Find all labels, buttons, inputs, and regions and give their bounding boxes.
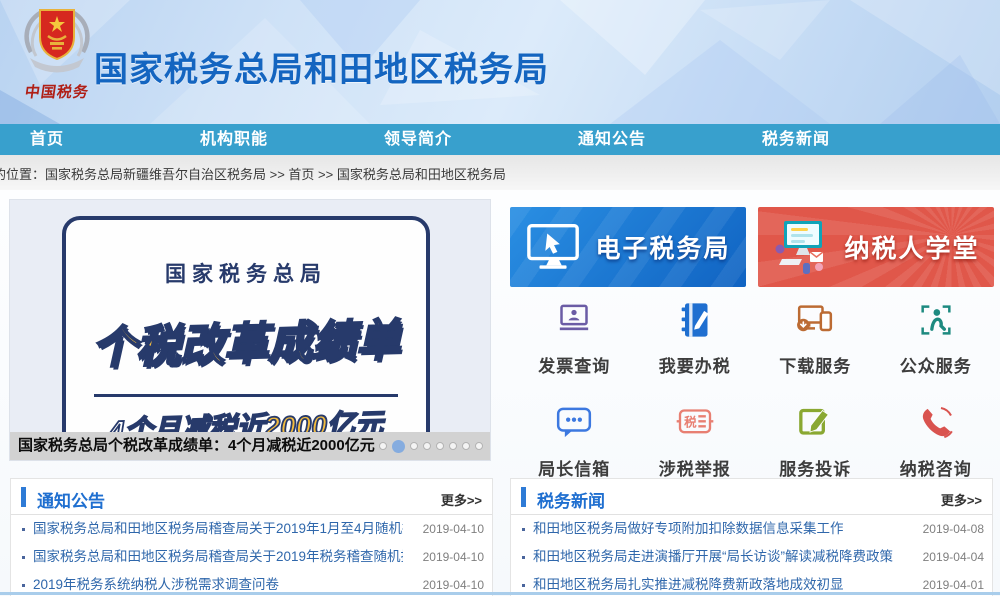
carousel-caption-bar: 国家税务总局个税改革成绩单：4个月减税近2000亿元 — [10, 432, 490, 460]
carousel-dot-active[interactable] — [392, 440, 405, 453]
mailbox-chat-icon — [554, 403, 594, 448]
poster-sub-suffix: 亿元 — [327, 408, 384, 432]
quick-service-label: 涉税举报 — [659, 455, 731, 480]
panel-header: 通知公告 更多>> — [11, 479, 492, 515]
quick-service-public-person[interactable]: 公众服务 — [876, 300, 997, 377]
quick-service-label: 下载服务 — [779, 352, 851, 377]
poster-sub-prefix: 4个月减税近 — [109, 412, 265, 432]
news-date: 2019-04-04 — [923, 543, 984, 571]
quick-services-grid: 发票查询 我要办税 下载服务 公众服务 局长信箱 税 涉税举报 — [514, 300, 996, 480]
more-link[interactable]: 更多>> — [941, 490, 982, 509]
news-date: 2019-04-08 — [923, 515, 984, 543]
etax-monitor-icon — [525, 222, 583, 272]
news-link[interactable]: 和田地区税务局走进演播厅开展“局长访谈”解读减税降费政策 — [533, 543, 893, 571]
complaint-pencil-icon — [795, 403, 835, 448]
panel-accent-bar — [21, 487, 26, 507]
list-item: 国家税务总局和田地区税务局稽查局关于2019年税务稽查随机抽查工作... 201… — [11, 543, 492, 571]
invoice-monitor-icon — [554, 300, 594, 345]
taxpayer-school-banner[interactable]: 纳税人学堂 — [758, 207, 994, 287]
quick-service-label: 局长信箱 — [538, 455, 610, 480]
quick-service-label: 我要办税 — [659, 352, 731, 377]
more-link[interactable]: 更多>> — [441, 490, 482, 509]
quick-service-mailbox-chat[interactable]: 局长信箱 — [514, 403, 635, 480]
nav-item-functions[interactable]: 机构职能 — [200, 124, 268, 155]
news-panel: 税务新闻 更多>> 和田地区税务局做好专项附加扣除数据信息采集工作 2019-0… — [510, 478, 993, 596]
nav-item-notices[interactable]: 通知公告 — [578, 124, 646, 155]
svg-text:税: 税 — [684, 414, 697, 429]
tax-notebook-icon — [675, 300, 715, 345]
breadcrumb-bar: 的位置：国家税务总局新疆维吾尔自治区税务局 >> 首页 >> 国家税务总局和田地… — [0, 155, 1000, 190]
bullet-icon — [522, 584, 525, 587]
bullet-icon — [522, 528, 525, 531]
bullet-icon — [22, 584, 25, 587]
poster-card: 国家税务总局 个税改革成绩单 4个月减税近2000亿元 — [62, 216, 430, 432]
poster-divider — [94, 394, 398, 397]
notice-panel: 通知公告 更多>> 国家税务总局和田地区税务局稽查局关于2019年1月至4月随机… — [10, 478, 493, 596]
banner-label: 电子税务局 — [595, 229, 730, 265]
carousel-dot[interactable] — [449, 442, 457, 450]
carousel-dots — [379, 432, 483, 460]
list-item: 和田地区税务局做好专项附加扣除数据信息采集工作 2019-04-08 — [511, 515, 992, 543]
carousel-dot[interactable] — [423, 442, 431, 450]
list-item: 和田地区税务局走进演播厅开展“局长访谈”解读减税降费政策 2019-04-04 — [511, 543, 992, 571]
bullet-icon — [522, 556, 525, 559]
public-person-icon — [916, 300, 956, 345]
bullet-icon — [22, 528, 25, 531]
carousel-dot[interactable] — [379, 442, 387, 450]
nav-item-home[interactable]: 首页 — [30, 124, 64, 155]
carousel-dot[interactable] — [410, 442, 418, 450]
logo-caption: 中国税务 — [11, 81, 104, 102]
nav-item-news[interactable]: 税务新闻 — [762, 124, 830, 155]
quick-service-label: 纳税咨询 — [900, 455, 972, 480]
main-nav: 首页 机构职能 领导简介 通知公告 税务新闻 — [0, 124, 1000, 155]
quick-service-label: 服务投诉 — [779, 455, 851, 480]
bullet-icon — [22, 556, 25, 559]
poster-subline: 4个月减税近2000亿元 — [66, 401, 427, 432]
quick-service-complaint-pencil[interactable]: 服务投诉 — [755, 403, 876, 480]
consult-phone-icon — [916, 403, 956, 448]
panel-list: 和田地区税务局做好专项附加扣除数据信息采集工作 2019-04-08 和田地区税… — [511, 515, 992, 596]
breadcrumb: 的位置：国家税务总局新疆维吾尔自治区税务局 >> 首页 >> 国家税务总局和田地… — [0, 164, 506, 183]
carousel-slide[interactable]: 国家税务总局 个税改革成绩单 4个月减税近2000亿元 — [10, 200, 490, 432]
news-carousel[interactable]: 国家税务总局 个税改革成绩单 4个月减税近2000亿元 国家税务总局个税改革成绩… — [10, 200, 490, 460]
banner-label: 纳税人学堂 — [844, 229, 979, 265]
download-devices-icon — [795, 300, 835, 345]
panel-list: 国家税务总局和田地区税务局稽查局关于2019年1月至4月随机抽查对象... 20… — [11, 515, 492, 596]
quick-service-label: 公众服务 — [900, 352, 972, 377]
china-tax-emblem-icon — [15, 6, 99, 80]
news-date: 2019-04-10 — [423, 543, 484, 571]
carousel-dot[interactable] — [475, 442, 483, 450]
panel-title: 通知公告 — [37, 487, 105, 512]
quick-service-invoice-monitor[interactable]: 发票查询 — [514, 300, 635, 377]
taxpayer-school-icon — [772, 219, 832, 275]
tax-report-stamp-icon: 税 — [675, 403, 715, 448]
quick-service-tax-notebook[interactable]: 我要办税 — [635, 300, 756, 377]
tax-bureau-logo: 中国税务 — [12, 6, 102, 102]
news-link[interactable]: 国家税务总局和田地区税务局稽查局关于2019年1月至4月随机抽查对象... — [33, 515, 403, 543]
poster-sub-number: 2000 — [264, 410, 327, 432]
page-title: 国家税务总局和田地区税务局 — [94, 42, 549, 91]
site-header: 中国税务 国家税务总局和田地区税务局 — [0, 0, 1000, 124]
quick-service-tax-report-stamp[interactable]: 税 涉税举报 — [635, 403, 756, 480]
panel-header: 税务新闻 更多>> — [511, 479, 992, 515]
panel-title: 税务新闻 — [537, 487, 605, 512]
carousel-dot[interactable] — [436, 442, 444, 450]
etax-bureau-banner[interactable]: 电子税务局 — [510, 207, 746, 287]
quick-service-download-devices[interactable]: 下载服务 — [755, 300, 876, 377]
news-date: 2019-04-10 — [423, 515, 484, 543]
footer-divider — [0, 592, 1000, 595]
list-item: 国家税务总局和田地区税务局稽查局关于2019年1月至4月随机抽查对象... 20… — [11, 515, 492, 543]
quick-service-label: 发票查询 — [538, 352, 610, 377]
panel-accent-bar — [521, 487, 526, 507]
news-link[interactable]: 和田地区税务局做好专项附加扣除数据信息采集工作 — [533, 515, 844, 543]
news-link[interactable]: 国家税务总局和田地区税务局稽查局关于2019年税务稽查随机抽查工作... — [33, 543, 403, 571]
nav-item-leaders[interactable]: 领导简介 — [384, 124, 452, 155]
carousel-dot[interactable] — [462, 442, 470, 450]
poster-org-text: 国家税务总局 — [66, 258, 426, 288]
quick-service-consult-phone[interactable]: 纳税咨询 — [876, 403, 997, 480]
poster-headline: 个税改革成绩单 — [65, 303, 427, 376]
